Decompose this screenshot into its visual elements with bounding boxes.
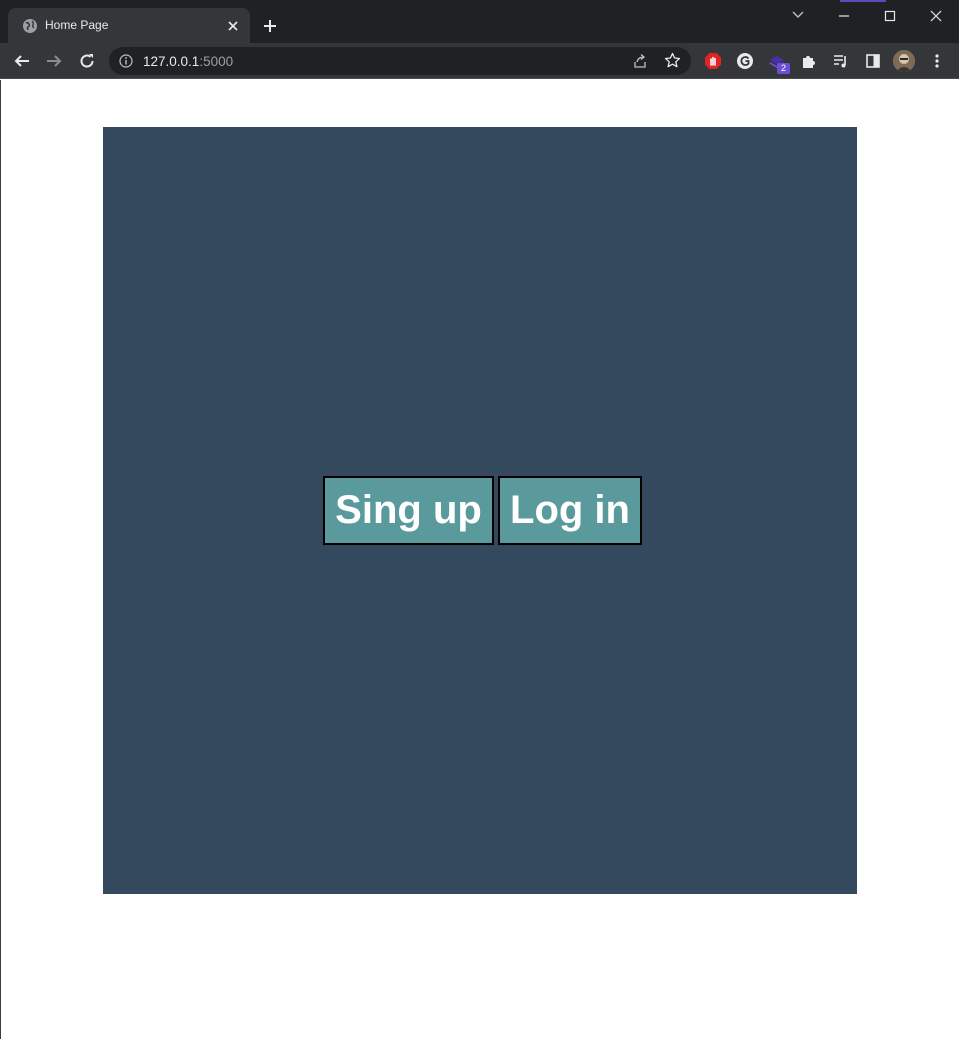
browser-titlebar: Home Page (0, 0, 959, 43)
back-arrow-icon[interactable] (10, 50, 34, 72)
browser-toolbar: 127.0.0.1:5000 (0, 43, 959, 79)
url-text[interactable]: 127.0.0.1:5000 (143, 54, 233, 69)
tab-close-icon[interactable] (224, 17, 242, 35)
url-port: :5000 (199, 54, 234, 69)
address-bar[interactable]: 127.0.0.1:5000 (109, 47, 691, 75)
signup-button[interactable]: Sing up (323, 476, 494, 545)
globe-icon (23, 19, 37, 33)
bookmark-star-icon[interactable] (664, 52, 681, 69)
side-panel-icon[interactable] (863, 51, 883, 71)
share-icon[interactable] (632, 53, 648, 69)
reload-icon[interactable] (75, 50, 99, 72)
window-maximize-icon[interactable] (867, 4, 913, 28)
new-tab-plus-icon[interactable] (259, 15, 281, 37)
adblock-hand-icon[interactable] (703, 51, 723, 71)
profile-avatar[interactable] (893, 50, 915, 72)
forward-arrow-icon[interactable] (42, 50, 66, 72)
login-button[interactable]: Log in (498, 476, 642, 545)
tab-search-chevron-icon[interactable] (789, 8, 807, 22)
browser-tab[interactable]: Home Page (8, 8, 250, 43)
site-info-icon[interactable] (119, 54, 133, 68)
url-host: 127.0.0.1 (143, 54, 200, 69)
window-close-icon[interactable] (913, 4, 959, 28)
media-controls-icon[interactable] (831, 51, 851, 71)
extensions-puzzle-icon[interactable] (799, 51, 819, 71)
window-accent-line (840, 0, 886, 2)
window-minimize-icon[interactable] (821, 4, 867, 28)
grammarly-icon[interactable] (735, 51, 755, 71)
extension-badge: 2 (777, 63, 790, 74)
more-menu-kebab-icon[interactable] (927, 51, 947, 71)
tab-title: Home Page (45, 18, 109, 32)
